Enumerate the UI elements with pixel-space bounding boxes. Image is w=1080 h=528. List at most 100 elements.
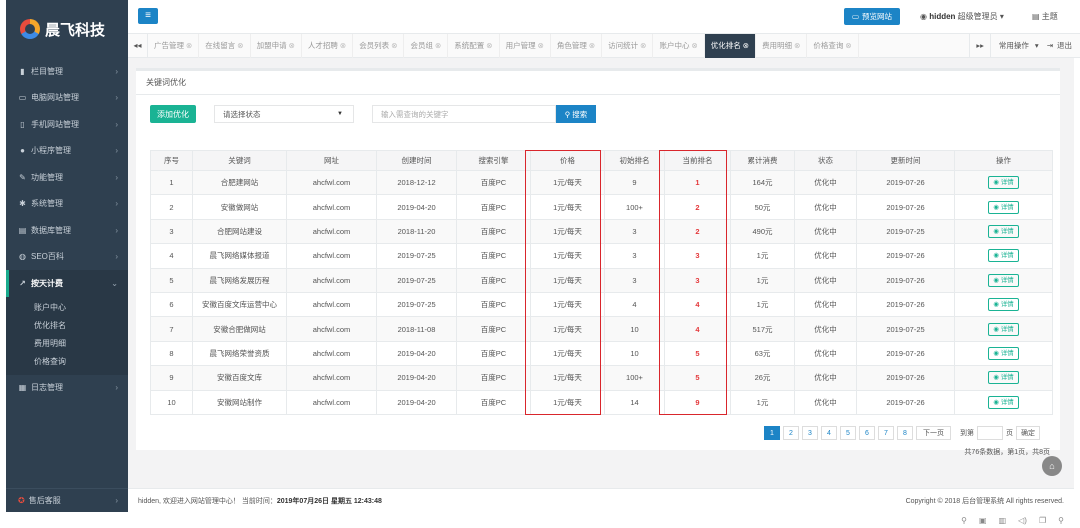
sidebar-item-mobile[interactable]: ▯ 手机网站管理 › — [6, 111, 128, 138]
page-button[interactable]: 2 — [783, 426, 799, 440]
table-cell: 4 — [664, 291, 731, 318]
user-menu[interactable]: ◉ hidden 超级管理员 ▾ — [920, 11, 1004, 22]
sidebar-item-chat[interactable]: ● 小程序管理 › — [6, 138, 128, 165]
close-tab-icon[interactable]: ⊗ — [640, 41, 646, 50]
table-cell-actions: ◉ 详情 — [954, 267, 1053, 293]
home-icon[interactable]: ⌂ — [1042, 456, 1062, 476]
page-tab[interactable]: 费用明细 ⊗ — [756, 33, 808, 58]
close-tab-icon[interactable]: ⊗ — [289, 41, 295, 50]
chevron-right-icon: › — [115, 172, 118, 182]
sidebar-item-support[interactable]: ✪ 售后客服 › — [6, 488, 128, 512]
detail-button[interactable]: ◉ 详情 — [988, 298, 1019, 312]
keyword-search-input[interactable] — [372, 105, 556, 123]
page-tab[interactable]: 优化排名 ⊗ — [704, 33, 757, 58]
page-jump-confirm-button[interactable]: 确定 — [1016, 426, 1040, 440]
page-button[interactable]: 7 — [878, 426, 894, 440]
table-cell: 2019-07-25 — [856, 218, 955, 245]
page-tab[interactable]: 账户中心 ⊗ — [653, 33, 705, 58]
page-button[interactable]: 6 — [859, 426, 875, 440]
page-tab[interactable]: 在线留言 ⊗ — [199, 33, 251, 58]
sidebar-item-log[interactable]: ▦ 日志管理 › — [6, 375, 128, 402]
table-body: 1 合肥建网站 ahcfwl.com 2018-12-12 百度PC 1元/每天 9 1 164… — [150, 169, 1053, 415]
page-tab[interactable]: 广告管理 ⊗ — [148, 33, 200, 58]
sidebar-item-gear[interactable]: ✱ 系统管理 › — [6, 191, 128, 218]
sidebar-item-list[interactable]: ▮ 栏目管理 › — [6, 58, 128, 85]
page-button[interactable]: 8 — [897, 426, 913, 440]
page-tab[interactable]: 角色管理 ⊗ — [551, 33, 603, 58]
table-cell: 164元 — [730, 169, 795, 196]
sidebar-item-label: 系统管理 — [31, 199, 63, 209]
page-tab[interactable]: 加盟申请 ⊗ — [251, 33, 302, 58]
detail-button[interactable]: ◉ 详情 — [988, 346, 1019, 360]
sidebar-item-chart[interactable]: ↗ 按天计费 ⌄ — [6, 270, 128, 297]
trash-icon[interactable]: ▥ — [999, 516, 1007, 525]
page-tab[interactable]: 会员组 ⊗ — [404, 33, 449, 58]
tabs-scroll-right-icon[interactable]: ▸▸ — [969, 33, 991, 58]
detail-button[interactable]: ◉ 详情 — [988, 395, 1019, 409]
close-tab-icon[interactable]: ⊗ — [391, 41, 397, 50]
table-cell: 百度PC — [456, 243, 531, 269]
page-tab[interactable]: 用户管理 ⊗ — [500, 33, 551, 58]
page-button[interactable]: 1 — [764, 426, 780, 440]
detail-button[interactable]: ◉ 详情 — [988, 249, 1019, 263]
table-cell: 2019-07-25 — [376, 267, 457, 293]
detail-button[interactable]: ◉ 详情 — [988, 322, 1019, 336]
close-tab-icon[interactable]: ⊗ — [845, 41, 851, 50]
submenu-item[interactable]: 优化排名 — [6, 317, 128, 335]
logout-button[interactable]: ⇥ 退出 — [1043, 40, 1080, 51]
table-cell: ahcfwl.com — [286, 243, 377, 269]
page-jump-input[interactable] — [977, 426, 1003, 440]
common-ops-dropdown[interactable]: 常用操作 ▾ — [991, 40, 1043, 51]
table-cell: 优化中 — [794, 267, 857, 293]
table-cell: 2019-04-20 — [376, 340, 457, 367]
sidebar-item-monitor[interactable]: ▭ 电脑网站管理 › — [6, 85, 128, 112]
sidebar-item-globe[interactable]: ◍ SEO百科 › — [6, 244, 128, 271]
submenu-item[interactable]: 费用明细 — [6, 335, 128, 353]
close-tab-icon[interactable]: ⊗ — [237, 41, 243, 50]
zoom-icon[interactable]: ⚲ — [1058, 516, 1064, 525]
submenu-item[interactable]: 账户中心 — [6, 299, 128, 317]
detail-button[interactable]: ◉ 详情 — [988, 273, 1019, 287]
page-tab[interactable]: 访问统计 ⊗ — [602, 33, 654, 58]
sidebar-item-database[interactable]: ▤ 数据库管理 › — [6, 217, 128, 244]
close-tab-icon[interactable]: ⊗ — [486, 41, 492, 50]
close-tab-icon[interactable]: ⊗ — [794, 41, 800, 50]
page-tab[interactable]: 系统配置 ⊗ — [448, 33, 500, 58]
page-tab[interactable]: 人才招聘 ⊗ — [302, 33, 354, 58]
search-button[interactable]: ⚲ 搜索 — [556, 105, 596, 123]
close-tab-icon[interactable]: ⊗ — [589, 41, 595, 50]
close-tab-icon[interactable]: ⊗ — [691, 41, 697, 50]
table-cell: 8 — [150, 340, 193, 367]
detail-button[interactable]: ◉ 详情 — [988, 224, 1019, 238]
page-tab[interactable]: 价格查询 ⊗ — [807, 33, 859, 58]
copy-icon[interactable]: ❐ — [1039, 516, 1046, 525]
theme-button[interactable]: ▤ 主题 — [1032, 11, 1058, 22]
next-page-button[interactable]: 下一页 — [916, 426, 951, 440]
status-select[interactable]: 请选择状态 ▼ — [214, 105, 354, 123]
submenu-item[interactable]: 价格查询 — [6, 353, 128, 371]
page-tab[interactable]: 会员列表 ⊗ — [353, 33, 405, 58]
speaker-icon[interactable]: ◁) — [1018, 516, 1027, 525]
table-cell: ahcfwl.com — [286, 291, 377, 318]
logo[interactable]: 晨飞科技 — [6, 0, 128, 58]
close-tab-icon[interactable]: ⊗ — [186, 41, 192, 50]
preview-site-button[interactable]: ▭ 预览网站 — [844, 8, 900, 25]
sidebar-item-wrench[interactable]: ✎ 功能管理 › — [6, 164, 128, 191]
detail-button[interactable]: ◉ 详情 — [988, 176, 1019, 190]
pin-icon[interactable]: ⚲ — [961, 516, 967, 525]
add-optimization-button[interactable]: 添加优化 — [150, 105, 196, 123]
page-button[interactable]: 3 — [802, 426, 818, 440]
detail-button[interactable]: ◉ 详情 — [988, 200, 1019, 214]
table-cell: 1 — [664, 169, 731, 196]
menu-toggle-icon[interactable]: ≡ — [138, 8, 158, 24]
page-button[interactable]: 5 — [840, 426, 856, 440]
close-tab-icon[interactable]: ⊗ — [340, 41, 346, 50]
window-icon[interactable]: ▣ — [979, 516, 987, 525]
close-tab-icon[interactable]: ⊗ — [435, 41, 441, 50]
close-tab-icon[interactable]: ⊗ — [538, 41, 544, 50]
footer-welcome: hidden, 欢迎进入网站管理中心！ 当前时间：2019年07月26日 星期五… — [138, 497, 382, 505]
detail-button[interactable]: ◉ 详情 — [988, 371, 1019, 385]
close-tab-icon[interactable]: ⊗ — [743, 41, 749, 50]
page-button[interactable]: 4 — [821, 426, 837, 440]
tabs-scroll-left-icon[interactable]: ◂◂ — [128, 33, 148, 58]
